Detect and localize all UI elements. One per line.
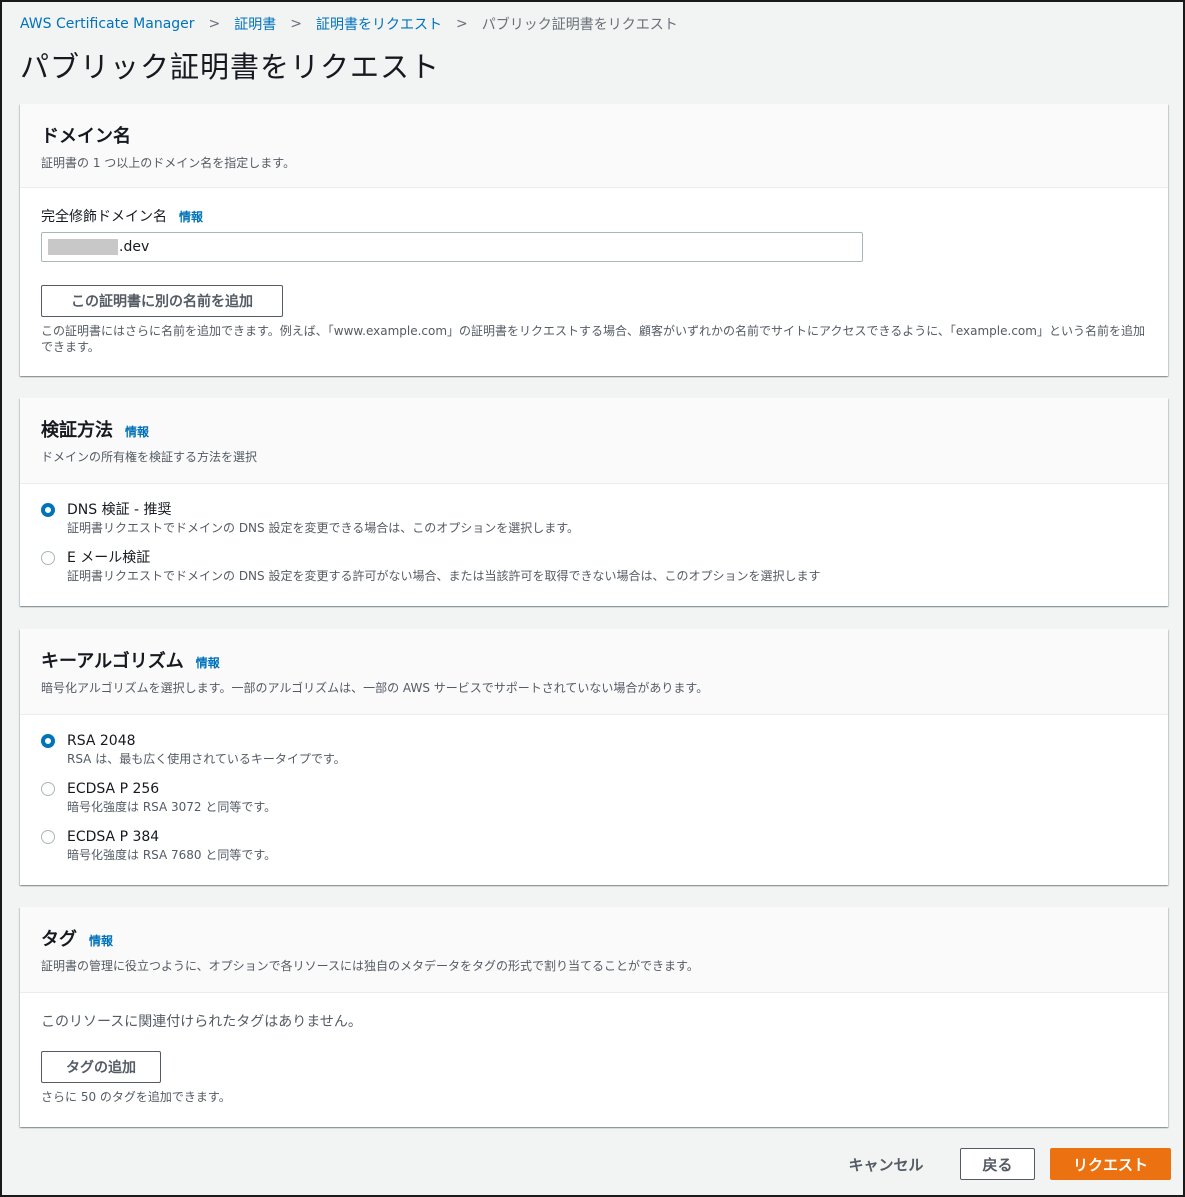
redacted-block: [48, 239, 118, 255]
add-name-help-text: この証明書にはさらに名前を追加できます。例えば、「www.example.com…: [41, 324, 1145, 354]
radio-dns-description: 証明書リクエストでドメインの DNS 設定を変更できる場合は、このオプションを選…: [67, 521, 580, 535]
fqdn-info-link[interactable]: 情報: [179, 208, 203, 225]
tags-remaining-help: さらに 50 のタグを追加できます。: [41, 1090, 231, 1104]
breadcrumb-certificates[interactable]: 証明書: [234, 14, 276, 34]
add-tag-button[interactable]: タグの追加: [41, 1051, 161, 1083]
fqdn-input-value: .dev: [119, 239, 150, 255]
tags-panel-description: 証明書の管理に役立つように、オプションで各リソースには独自のメタデータをタグの形…: [41, 959, 699, 973]
radio-dns-label: DNS 検証 - 推奨: [67, 502, 172, 518]
breadcrumb-current: パブリック証明書をリクエスト: [481, 17, 678, 33]
tags-info-link[interactable]: 情報: [89, 932, 113, 949]
page-title: パブリック証明書をリクエスト: [20, 50, 441, 84]
key-algorithm-panel-header: キーアルゴリズム 情報 暗号化アルゴリズムを選択します。一部のアルゴリズムは、一…: [20, 629, 1168, 715]
validation-info-link[interactable]: 情報: [125, 423, 149, 440]
radio-email-description: 証明書リクエストでドメインの DNS 設定を変更する許可がない場合、または当該許…: [67, 569, 821, 583]
key-algorithm-panel-description: 暗号化アルゴリズムを選択します。一部のアルゴリズムは、一部の AWS サービスで…: [41, 681, 709, 695]
breadcrumb-acm[interactable]: AWS Certificate Manager: [20, 16, 195, 32]
request-button[interactable]: リクエスト: [1050, 1148, 1171, 1180]
cancel-button[interactable]: キャンセル: [836, 1148, 936, 1180]
radio-email-label: E メール検証: [67, 550, 151, 566]
key-algorithm-panel: キーアルゴリズム 情報 暗号化アルゴリズムを選択します。一部のアルゴリズムは、一…: [20, 629, 1168, 885]
no-tags-message: このリソースに関連付けられたタグはありません。: [41, 1014, 362, 1030]
key-algorithm-info-link[interactable]: 情報: [196, 654, 220, 671]
validation-panel-description: ドメインの所有権を検証する方法を選択: [41, 450, 258, 464]
chevron-right-icon: >: [290, 16, 302, 32]
fqdn-label-text: 完全修飾ドメイン名: [41, 209, 167, 225]
radio-button-selected[interactable]: [41, 734, 55, 748]
validation-panel-header: 検証方法 情報 ドメインの所有権を検証する方法を選択: [20, 398, 1168, 484]
validation-title-text: 検証方法: [41, 420, 113, 441]
validation-panel: 検証方法 情報 ドメインの所有権を検証する方法を選択 DNS 検証 - 推奨 証…: [20, 398, 1168, 606]
key-algorithm-panel-title: キーアルゴリズム 情報: [41, 647, 1148, 673]
add-another-name-button[interactable]: この証明書に別の名前を追加: [41, 285, 283, 317]
radio-button-unselected[interactable]: [41, 551, 55, 565]
tags-panel-title: タグ 情報: [41, 925, 1148, 951]
domain-panel-title: ドメイン名: [41, 126, 131, 147]
radio-ecdsa-p384[interactable]: ECDSA P 384 暗号化強度は RSA 7680 と同等です。: [41, 828, 276, 864]
radio-ecdsa256-description: 暗号化強度は RSA 3072 と同等です。: [67, 800, 277, 814]
radio-rsa-description: RSA は、最も広く使用されているキータイプです。: [67, 752, 346, 766]
radio-ecdsa256-label: ECDSA P 256: [67, 781, 160, 797]
radio-rsa-2048[interactable]: RSA 2048 RSA は、最も広く使用されているキータイプです。: [41, 732, 346, 768]
breadcrumb: AWS Certificate Manager > 証明書 > 証明書をリクエス…: [20, 14, 678, 34]
radio-button-selected[interactable]: [41, 503, 55, 517]
radio-email-validation[interactable]: E メール検証 証明書リクエストでドメインの DNS 設定を変更する許可がない場…: [41, 549, 820, 585]
radio-ecdsa384-label: ECDSA P 384: [67, 829, 160, 845]
radio-button-unselected[interactable]: [41, 830, 55, 844]
tags-title-text: タグ: [41, 929, 77, 950]
domain-panel-description: 証明書の 1 つ以上のドメイン名を指定します。: [41, 156, 296, 170]
chevron-right-icon: >: [208, 16, 221, 32]
key-algorithm-title-text: キーアルゴリズム: [41, 651, 184, 672]
radio-rsa-label: RSA 2048: [67, 733, 136, 749]
domain-panel-header: ドメイン名 証明書の 1 つ以上のドメイン名を指定します。: [20, 104, 1168, 188]
domain-panel: ドメイン名 証明書の 1 つ以上のドメイン名を指定します。 完全修飾ドメイン名 …: [20, 104, 1168, 376]
tags-panel: タグ 情報 証明書の管理に役立つように、オプションで各リソースには独自のメタデー…: [20, 907, 1168, 1127]
fqdn-label: 完全修飾ドメイン名 情報: [41, 206, 203, 226]
radio-button-unselected[interactable]: [41, 782, 55, 796]
chevron-right-icon: >: [456, 16, 468, 32]
breadcrumb-request-certificate[interactable]: 証明書をリクエスト: [316, 14, 442, 34]
radio-ecdsa384-description: 暗号化強度は RSA 7680 と同等です。: [67, 848, 277, 862]
tags-panel-header: タグ 情報 証明書の管理に役立つように、オプションで各リソースには独自のメタデー…: [20, 907, 1168, 993]
back-button[interactable]: 戻る: [960, 1148, 1035, 1180]
radio-ecdsa-p256[interactable]: ECDSA P 256 暗号化強度は RSA 3072 と同等です。: [41, 780, 276, 816]
radio-dns-validation[interactable]: DNS 検証 - 推奨 証明書リクエストでドメインの DNS 設定を変更できる場…: [41, 501, 579, 537]
fqdn-input[interactable]: .dev: [41, 232, 863, 262]
validation-panel-title: 検証方法 情報: [41, 416, 1148, 442]
